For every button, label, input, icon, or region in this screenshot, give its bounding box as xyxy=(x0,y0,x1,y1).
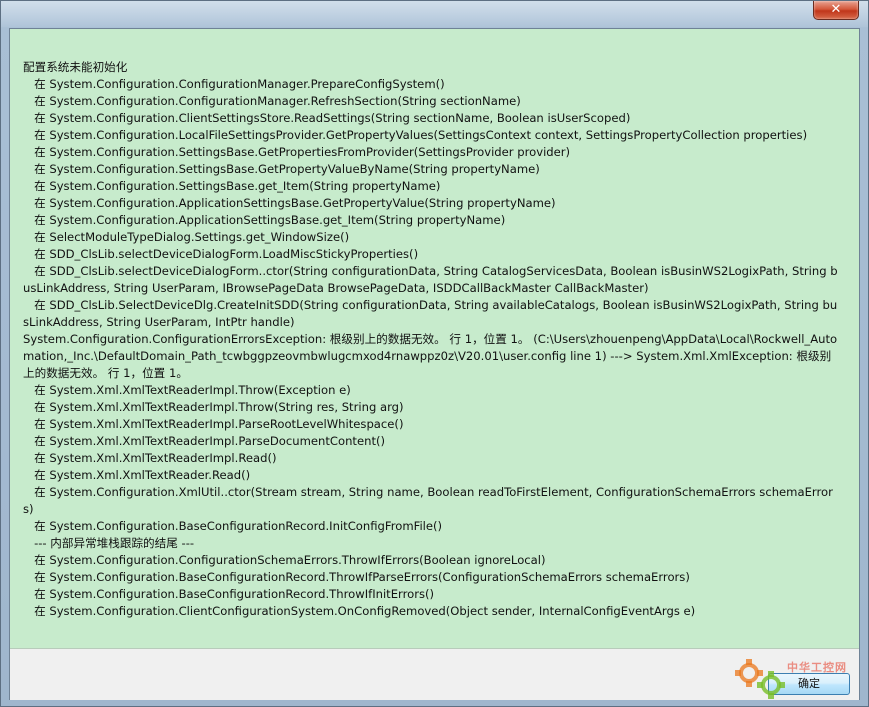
message-line: System.Configuration.ConfigurationErrors… xyxy=(23,332,838,380)
message-line: 在 System.Configuration.BaseConfiguration… xyxy=(23,587,435,601)
title-bar[interactable]: ✕ xyxy=(1,1,868,27)
message-line: 在 System.Configuration.ConfigurationMana… xyxy=(23,77,445,91)
message-line: --- 内部异常堆栈跟踪的结尾 --- xyxy=(23,536,195,550)
message-line: 在 System.Configuration.SettingsBase.get_… xyxy=(23,179,441,193)
message-line: 在 System.Configuration.SettingsBase.GetP… xyxy=(23,145,571,159)
button-bar: 确定 xyxy=(10,649,859,700)
message-line: 在 System.Configuration.SettingsBase.GetP… xyxy=(23,162,540,176)
error-message-text: 配置系统未能初始化 在 System.Configuration.Configu… xyxy=(23,59,838,620)
message-line: 在 SDD_ClsLib.selectDeviceDialogForm.Load… xyxy=(23,247,419,261)
message-line: 在 System.Configuration.ConfigurationMana… xyxy=(23,94,521,108)
message-line: 在 System.Xml.XmlTextReaderImpl.Throw(Exc… xyxy=(23,383,351,397)
message-line: 在 SelectModuleTypeDialog.Settings.get_Wi… xyxy=(23,230,350,244)
message-line: 在 System.Xml.XmlTextReaderImpl.Throw(Str… xyxy=(23,400,404,414)
message-line: 在 System.Xml.XmlTextReaderImpl.ParseDocu… xyxy=(23,434,386,448)
close-icon: ✕ xyxy=(830,2,842,17)
message-line: 在 System.Xml.XmlTextReaderImpl.Read() xyxy=(23,451,277,465)
message-line: 在 SDD_ClsLib.SelectDeviceDlg.CreateInitS… xyxy=(23,298,838,329)
message-line: 在 System.Configuration.XmlUtil..ctor(Str… xyxy=(23,485,833,516)
dialog-client-area: 配置系统未能初始化 在 System.Configuration.Configu… xyxy=(9,28,860,700)
message-line: 在 System.Xml.XmlTextReader.Read() xyxy=(23,468,251,482)
message-panel: 配置系统未能初始化 在 System.Configuration.Configu… xyxy=(10,29,859,649)
message-line: 在 System.Configuration.ClientSettingsSto… xyxy=(23,111,631,125)
message-line: 在 System.Configuration.ApplicationSettin… xyxy=(23,213,506,227)
ok-button[interactable]: 确定 xyxy=(768,673,850,695)
message-line: 在 System.Configuration.BaseConfiguration… xyxy=(23,519,443,533)
close-button[interactable]: ✕ xyxy=(813,1,859,20)
message-line: 在 System.Configuration.ApplicationSettin… xyxy=(23,196,556,210)
message-line: 在 System.Xml.XmlTextReaderImpl.ParseRoot… xyxy=(23,417,404,431)
message-line: 配置系统未能初始化 xyxy=(23,60,128,74)
message-line: 在 System.Configuration.ClientConfigurati… xyxy=(23,604,696,618)
message-line: 在 System.Configuration.BaseConfiguration… xyxy=(23,570,690,584)
error-dialog-window: ✕ 配置系统未能初始化 在 System.Configuration.Confi… xyxy=(0,0,869,707)
message-line: 在 System.Configuration.ConfigurationSche… xyxy=(23,553,546,567)
message-line: 在 System.Configuration.LocalFileSettings… xyxy=(23,128,808,142)
message-line: 在 SDD_ClsLib.selectDeviceDialogForm..cto… xyxy=(23,264,838,295)
